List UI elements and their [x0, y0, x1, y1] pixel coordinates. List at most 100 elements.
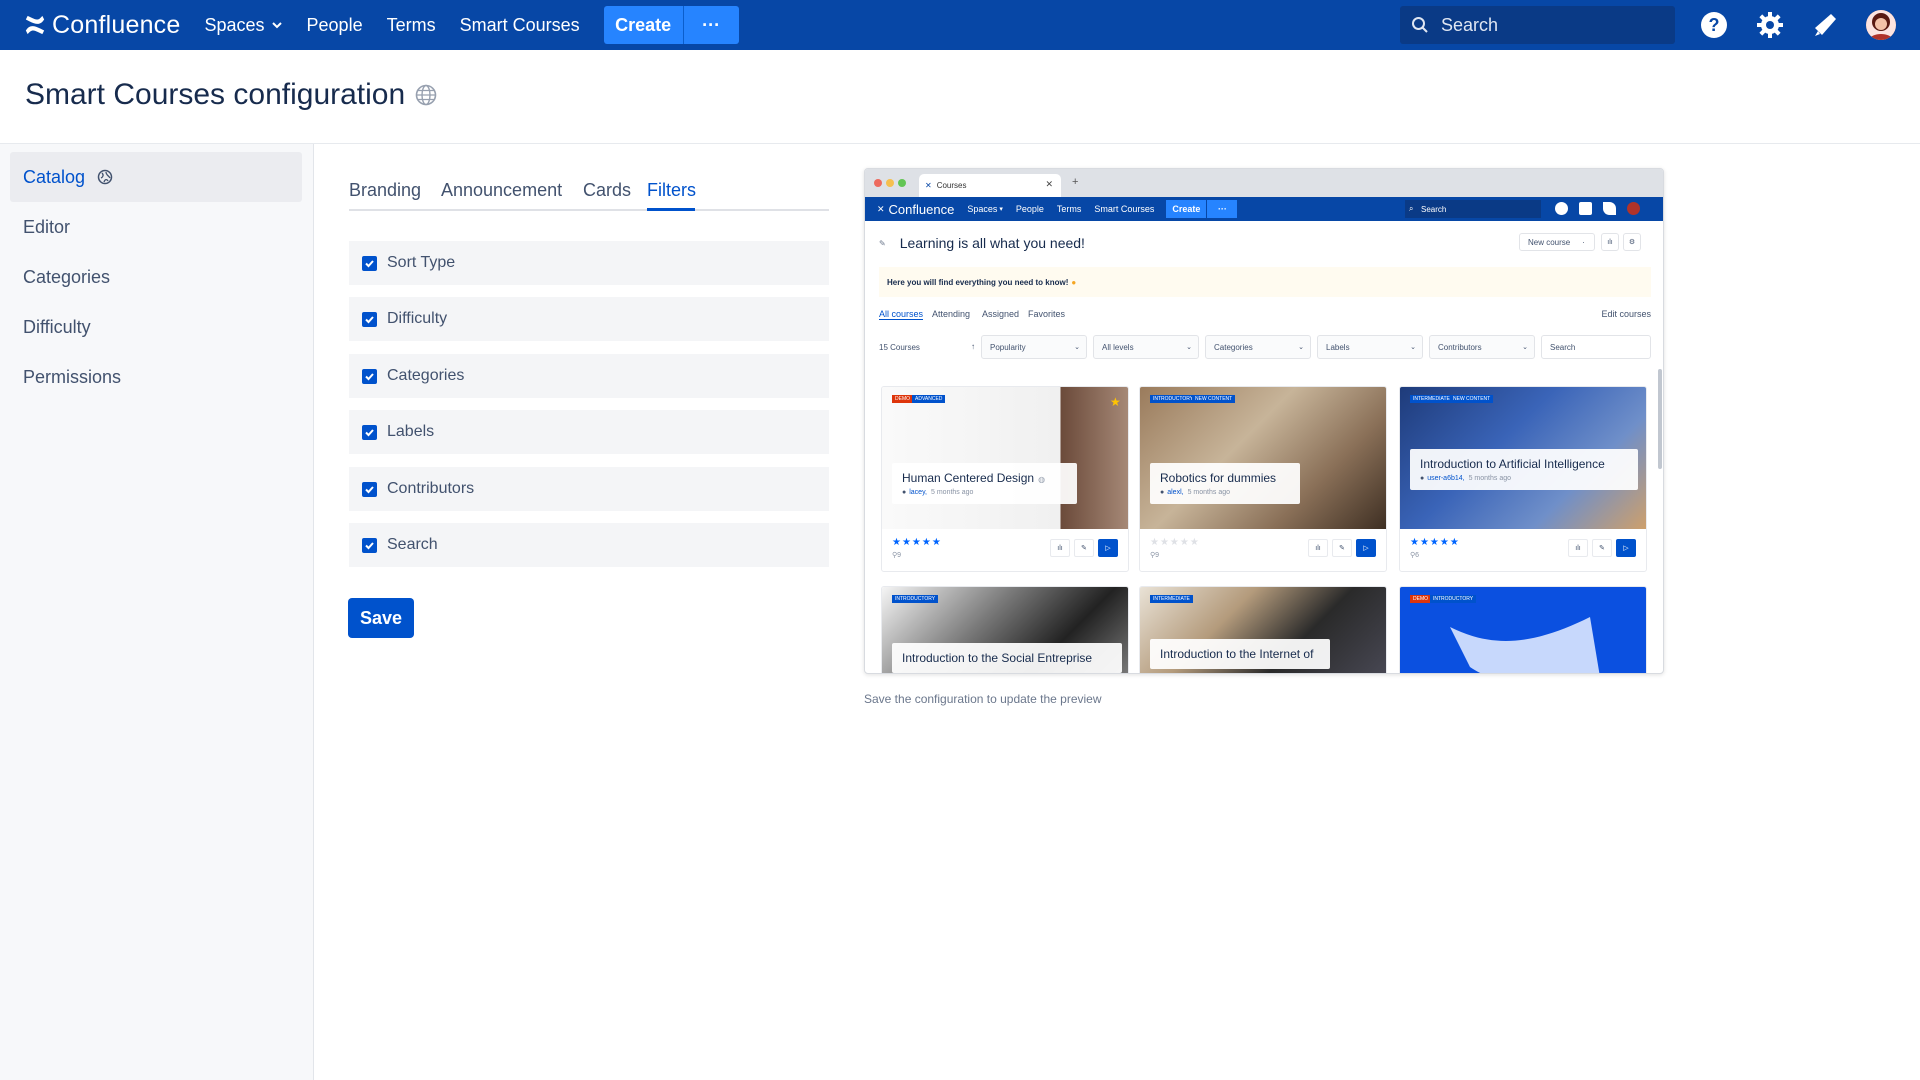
confluence-logo-icon: ✕	[925, 181, 932, 190]
sidebar-item-difficulty[interactable]: Difficulty	[10, 302, 302, 352]
globe-icon	[97, 169, 113, 185]
course-logo-icon: ✎	[879, 238, 886, 248]
course-title: Robotics for dummies	[1160, 471, 1277, 485]
course-author: user-a6b14,	[1427, 475, 1465, 482]
preview-dropdown: Popularity ⌄	[981, 335, 1087, 359]
labels-checkbox[interactable]	[362, 424, 377, 440]
course-card-label: Introduction to Artificial Intelligence …	[1410, 449, 1638, 490]
nav-spaces[interactable]: Spaces	[204, 15, 282, 36]
edit-icon: ✎	[1074, 539, 1094, 557]
chevron-down-icon: ·	[1582, 237, 1585, 247]
tab-branding[interactable]: Branding	[349, 180, 421, 201]
create-button[interactable]: Create	[603, 6, 683, 44]
search-icon: ⌕	[1409, 204, 1414, 213]
close-icon: ✕	[1045, 179, 1053, 189]
course-card: INTERMEDIATE Introduction to the Interne…	[1139, 586, 1387, 673]
create-group: Create ···	[603, 6, 739, 44]
course-card: DEMO INTRODUCTORY	[1399, 586, 1647, 673]
play-icon: ▷	[1356, 539, 1376, 557]
filter-row-difficulty[interactable]: Difficulty	[349, 297, 829, 341]
attendee-count: 9	[897, 552, 902, 559]
sidebar-item-editor[interactable]: Editor	[10, 202, 302, 252]
filter-label: Search	[387, 536, 438, 553]
help-icon[interactable]: ?	[1700, 11, 1728, 39]
preview-top-navigation: ✕ Confluence Spaces ▾ People Terms Smart…	[865, 197, 1663, 221]
preview-nav-terms: Terms	[1056, 204, 1082, 214]
play-icon: ▷	[1098, 539, 1118, 557]
gear-icon[interactable]	[1756, 11, 1784, 39]
course-meta: ● alexl, 5 months ago	[1160, 489, 1290, 496]
chart-icon: ılı	[1308, 539, 1328, 557]
course-card: DEMO ADVANCED ★ Human Centered Design ◍ ●…	[881, 386, 1129, 572]
filter-row-sort-type[interactable]: Sort Type	[349, 241, 829, 285]
filter-row-categories[interactable]: Categories	[349, 354, 829, 398]
check-icon	[365, 541, 374, 549]
course-card-image	[882, 387, 1128, 529]
badge: INTERMEDIATE	[1410, 395, 1453, 403]
nav-people[interactable]: People	[307, 15, 363, 36]
gear-icon	[1579, 202, 1592, 215]
sidebar-item-categories[interactable]: Categories	[10, 252, 302, 302]
contributors-checkbox[interactable]	[362, 481, 377, 497]
filter-row-labels[interactable]: Labels	[349, 410, 829, 454]
logo-text: Confluence	[52, 10, 181, 39]
course-attendees: ⚲6	[1410, 551, 1419, 559]
more-button[interactable]: ···	[682, 6, 739, 44]
sort-type-checkbox[interactable]	[362, 255, 377, 271]
chevron-down-icon: ⌄	[1410, 344, 1416, 351]
preview-search-label: Search	[1421, 204, 1447, 214]
course-age: 5 months ago	[1468, 475, 1512, 482]
chevron-down-icon: ⌄	[1522, 344, 1528, 351]
check-icon	[365, 428, 374, 436]
chart-icon: ılı	[1050, 539, 1070, 557]
course-age: 5 months ago	[1187, 489, 1230, 496]
nav-smart-courses[interactable]: Smart Courses	[460, 15, 580, 36]
badge: ADVANCED	[912, 395, 946, 403]
difficulty-checkbox[interactable]	[362, 311, 377, 327]
save-button[interactable]: Save	[348, 598, 414, 638]
search-checkbox[interactable]	[362, 537, 377, 553]
globe-icon: ◍	[1038, 475, 1046, 484]
course-attendees: ⚲9	[1150, 551, 1159, 559]
search-input[interactable]: Search	[1400, 6, 1675, 44]
globe-icon	[415, 84, 437, 106]
sort-arrow-icon: ↑	[971, 342, 975, 351]
categories-checkbox[interactable]	[362, 368, 377, 384]
course-card: INTRODUCTORY NEW CONTENT Robotics for du…	[1139, 386, 1387, 572]
preview-nav-smart-courses: Smart Courses	[1094, 204, 1155, 214]
filter-label: Categories	[387, 367, 465, 384]
notifications-megaphone-icon	[1603, 202, 1616, 215]
check-icon	[365, 315, 374, 323]
sidebar-item-permissions[interactable]: Permissions	[10, 352, 302, 402]
plus-icon: +	[1072, 176, 1079, 188]
preview-dropdown: All levels ⌄	[1093, 335, 1199, 359]
top-navigation: Confluence Spaces People Terms Smart Cou…	[0, 0, 1920, 50]
tab-announcement[interactable]: Announcement	[441, 180, 562, 201]
chevron-down-icon: ⌄	[1298, 344, 1304, 351]
dropdown-label: Contributors	[1438, 342, 1482, 352]
help-icon	[1555, 202, 1568, 215]
tab-cards[interactable]: Cards	[583, 180, 631, 201]
filter-row-search[interactable]: Search	[349, 523, 829, 567]
tab-filters[interactable]: Filters	[647, 180, 696, 201]
course-title: Introduction to the Internet of	[1160, 647, 1314, 661]
badge: INTRODUCTORY	[1150, 395, 1197, 403]
notifications-megaphone-icon[interactable]	[1811, 11, 1839, 39]
preview-new-course-button: New course ·	[1519, 233, 1595, 251]
course-author: lacey,	[909, 489, 928, 496]
confluence-logo[interactable]: Confluence	[24, 0, 180, 50]
preview-tabs: All courses Attending Assigned Favorites…	[879, 309, 1651, 325]
preview-dropdown: Contributors ⌄	[1429, 335, 1535, 359]
preview-edit-courses: Edit courses	[1601, 309, 1651, 319]
preview-new-course-label: New course	[1528, 237, 1571, 247]
course-title: Human Centered Design ◍	[902, 471, 1067, 485]
nav-terms[interactable]: Terms	[387, 15, 436, 36]
chart-icon: ılı	[1601, 233, 1619, 251]
avatar[interactable]	[1866, 10, 1896, 40]
filter-row-contributors[interactable]: Contributors	[349, 467, 829, 511]
sidebar-item-label: Difficulty	[23, 316, 91, 337]
filter-label: Labels	[387, 423, 435, 440]
preview-note: Save the configuration to update the pre…	[864, 692, 1102, 706]
course-meta: ● lacey, 5 months ago	[902, 489, 1067, 496]
sidebar-item-catalog[interactable]: Catalog	[10, 152, 302, 202]
